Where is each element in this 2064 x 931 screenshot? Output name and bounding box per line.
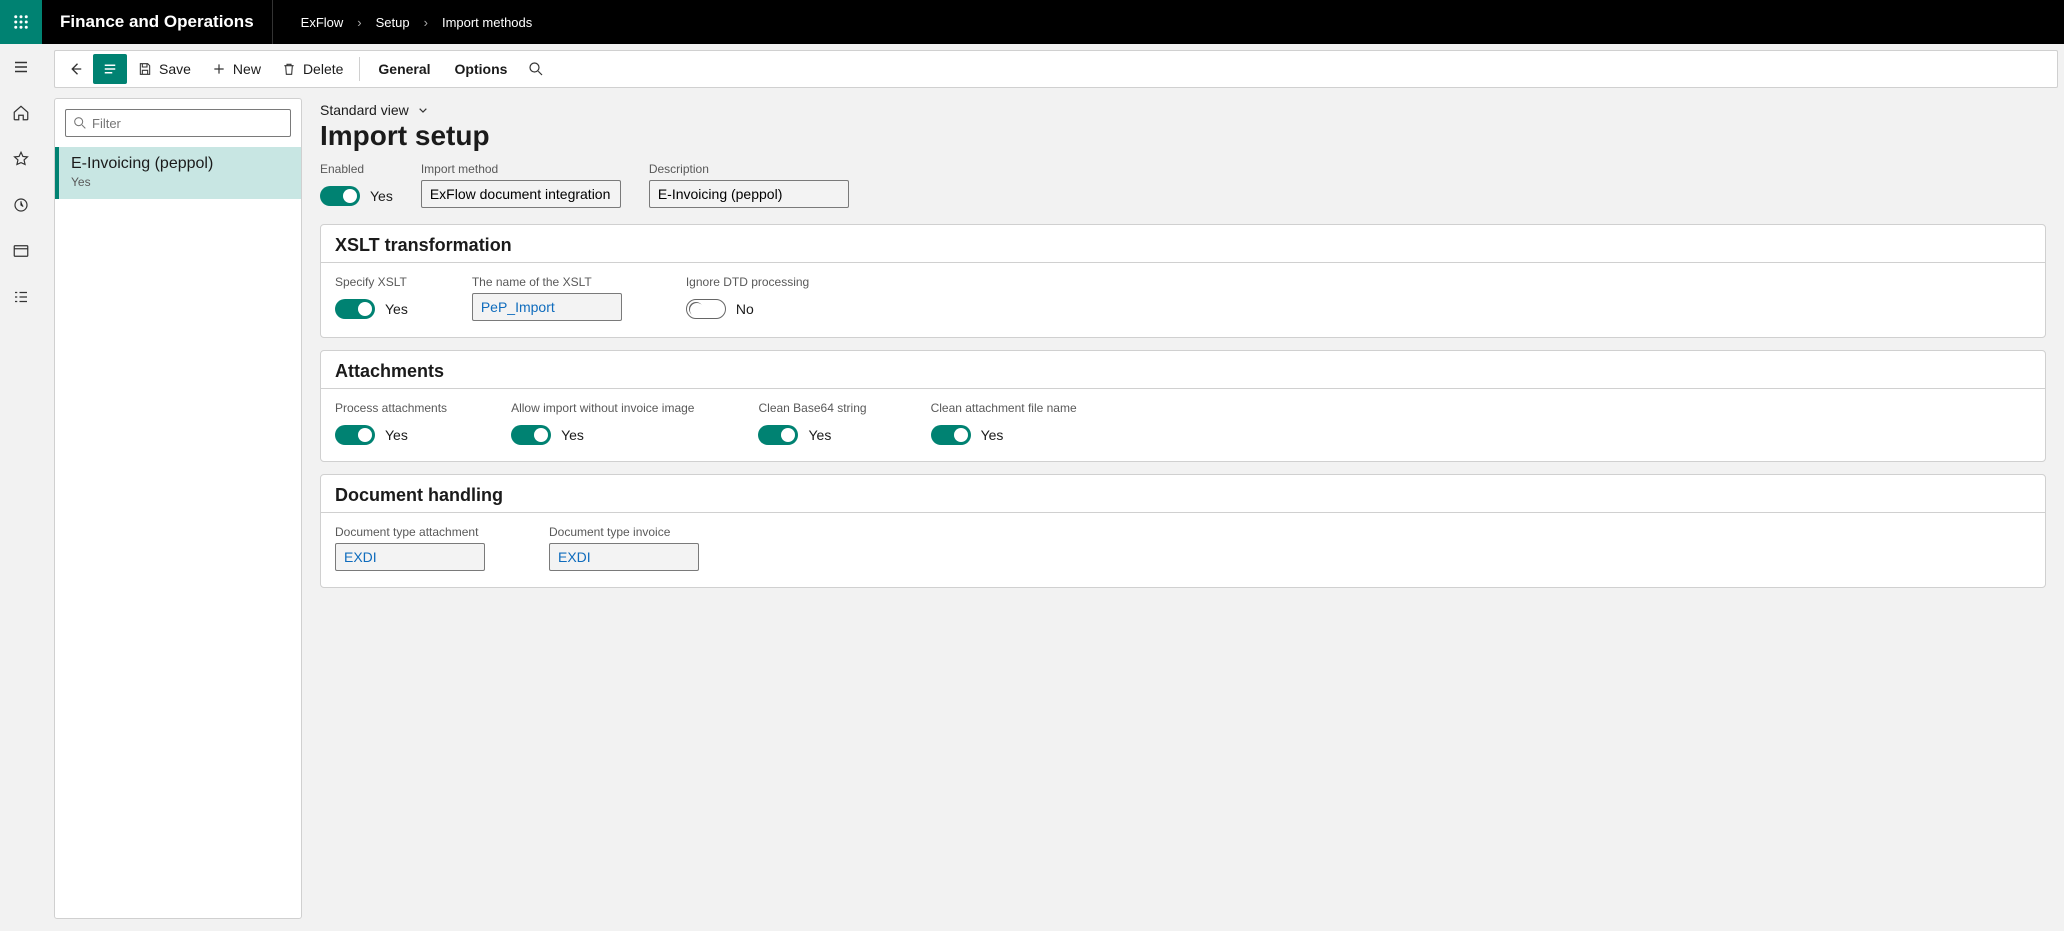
section-attachments: Attachments Process attachments Yes Allo… bbox=[320, 350, 2046, 462]
nav-hamburger-button[interactable] bbox=[6, 52, 36, 82]
specify-xslt-text: Yes bbox=[385, 301, 408, 317]
clean-name-toggle[interactable] bbox=[931, 425, 971, 445]
tab-options[interactable]: Options bbox=[443, 61, 520, 77]
app-launcher-button[interactable] bbox=[0, 0, 42, 44]
specify-xslt-label: Specify XSLT bbox=[335, 275, 408, 289]
tab-general[interactable]: General bbox=[366, 61, 442, 77]
app-title: Finance and Operations bbox=[42, 0, 273, 44]
workspace-icon bbox=[12, 242, 30, 260]
nav-rail bbox=[0, 44, 42, 931]
clean-name-text: Yes bbox=[981, 427, 1004, 443]
doc-type-invoice-label: Document type invoice bbox=[549, 525, 699, 539]
new-label: New bbox=[233, 61, 261, 77]
command-bar: Save New Delete General Options bbox=[54, 50, 2058, 88]
nav-home-button[interactable] bbox=[6, 98, 36, 128]
plus-icon bbox=[211, 61, 227, 77]
filter-input[interactable] bbox=[65, 109, 291, 137]
page-title: Import setup bbox=[320, 120, 2046, 152]
trash-icon bbox=[281, 61, 297, 77]
section-title: XSLT transformation bbox=[321, 225, 2045, 262]
breadcrumb: ExFlow › Setup › Import methods bbox=[273, 0, 533, 44]
chevron-right-icon: › bbox=[424, 15, 428, 30]
clock-icon bbox=[12, 196, 30, 214]
xslt-name-input[interactable] bbox=[472, 293, 622, 321]
import-method-label: Import method bbox=[421, 162, 621, 176]
description-input[interactable] bbox=[649, 180, 849, 208]
clean-b64-label: Clean Base64 string bbox=[758, 401, 866, 415]
allow-no-image-label: Allow import without invoice image bbox=[511, 401, 694, 415]
description-label: Description bbox=[649, 162, 849, 176]
list-panel: E-Invoicing (peppol) Yes bbox=[54, 98, 302, 919]
nav-modules-button[interactable] bbox=[6, 282, 36, 312]
divider bbox=[359, 57, 360, 81]
allow-no-image-toggle[interactable] bbox=[511, 425, 551, 445]
list-item[interactable]: E-Invoicing (peppol) Yes bbox=[55, 147, 301, 199]
clean-b64-toggle[interactable] bbox=[758, 425, 798, 445]
specify-xslt-toggle[interactable] bbox=[335, 299, 375, 319]
view-label: Standard view bbox=[320, 102, 409, 118]
lines-icon bbox=[101, 60, 119, 78]
arrow-left-icon bbox=[67, 60, 85, 78]
section-xslt: XSLT transformation Specify XSLT Yes The… bbox=[320, 224, 2046, 338]
search-icon bbox=[527, 60, 545, 78]
search-icon bbox=[72, 115, 88, 131]
list-item-subtitle: Yes bbox=[71, 175, 289, 189]
nav-favorites-button[interactable] bbox=[6, 144, 36, 174]
enabled-toggle[interactable] bbox=[320, 186, 360, 206]
modules-icon bbox=[12, 288, 30, 306]
clean-name-label: Clean attachment file name bbox=[931, 401, 1077, 415]
doc-type-attachment-input[interactable] bbox=[335, 543, 485, 571]
save-button[interactable]: Save bbox=[127, 54, 201, 84]
ignore-dtd-toggle[interactable] bbox=[686, 299, 726, 319]
detail-panel: Standard view Import setup Enabled Yes I… bbox=[318, 98, 2052, 919]
list-item-title: E-Invoicing (peppol) bbox=[71, 155, 289, 173]
save-icon bbox=[137, 61, 153, 77]
search-button[interactable] bbox=[519, 54, 553, 84]
breadcrumb-item[interactable]: ExFlow bbox=[301, 15, 344, 30]
top-bar: Finance and Operations ExFlow › Setup › … bbox=[0, 0, 2064, 44]
doc-type-invoice-input[interactable] bbox=[549, 543, 699, 571]
process-attachments-label: Process attachments bbox=[335, 401, 447, 415]
section-title: Document handling bbox=[321, 475, 2045, 512]
save-label: Save bbox=[159, 61, 191, 77]
breadcrumb-item[interactable]: Setup bbox=[376, 15, 410, 30]
star-icon bbox=[12, 150, 30, 168]
home-icon bbox=[12, 104, 30, 122]
clean-b64-text: Yes bbox=[808, 427, 831, 443]
breadcrumb-item[interactable]: Import methods bbox=[442, 15, 532, 30]
hamburger-icon bbox=[12, 58, 30, 76]
import-method-input[interactable] bbox=[421, 180, 621, 208]
enabled-text: Yes bbox=[370, 188, 393, 204]
back-button[interactable] bbox=[59, 54, 93, 84]
view-selector[interactable]: Standard view bbox=[320, 102, 2046, 118]
section-title: Attachments bbox=[321, 351, 2045, 388]
new-button[interactable]: New bbox=[201, 54, 271, 84]
xslt-name-label: The name of the XSLT bbox=[472, 275, 622, 289]
process-attachments-text: Yes bbox=[385, 427, 408, 443]
allow-no-image-text: Yes bbox=[561, 427, 584, 443]
chevron-down-icon bbox=[415, 102, 431, 118]
chevron-right-icon: › bbox=[357, 15, 361, 30]
nav-workspaces-button[interactable] bbox=[6, 236, 36, 266]
delete-label: Delete bbox=[303, 61, 343, 77]
doc-type-attachment-label: Document type attachment bbox=[335, 525, 485, 539]
delete-button[interactable]: Delete bbox=[271, 54, 353, 84]
ignore-dtd-label: Ignore DTD processing bbox=[686, 275, 809, 289]
ignore-dtd-text: No bbox=[736, 301, 754, 317]
edit-mode-button[interactable] bbox=[93, 54, 127, 84]
waffle-icon bbox=[12, 13, 30, 31]
section-document-handling: Document handling Document type attachme… bbox=[320, 474, 2046, 588]
process-attachments-toggle[interactable] bbox=[335, 425, 375, 445]
enabled-label: Enabled bbox=[320, 162, 393, 176]
nav-recent-button[interactable] bbox=[6, 190, 36, 220]
